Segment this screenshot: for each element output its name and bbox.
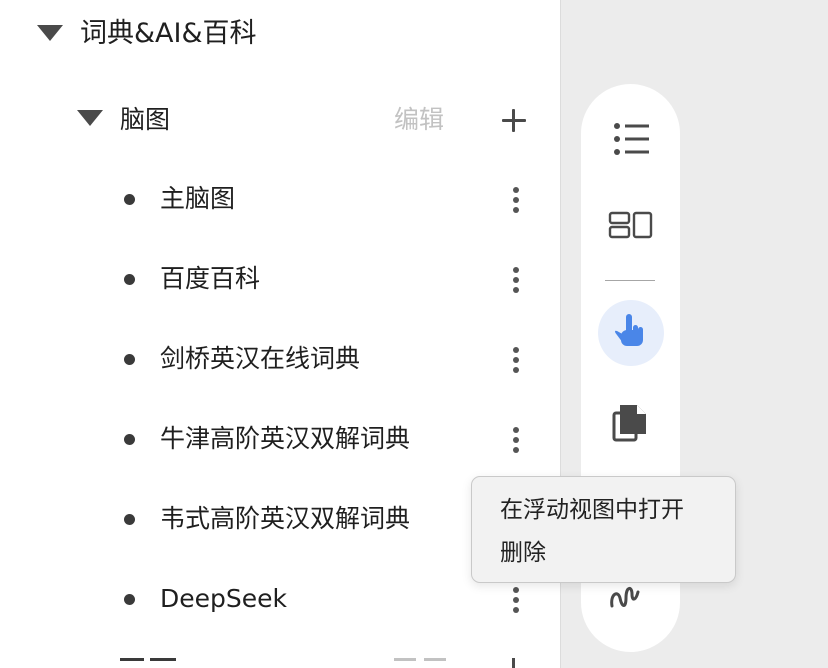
- list-tool-button[interactable]: [598, 106, 664, 172]
- menu-item-delete[interactable]: 删除: [500, 537, 546, 569]
- list-item-label: 百度百科: [160, 264, 261, 293]
- toolbar-divider: [605, 280, 655, 281]
- cutoff-title: [120, 658, 180, 668]
- bullet-icon: [124, 354, 135, 365]
- layout-tool-button[interactable]: [598, 192, 664, 258]
- bullet-icon: [124, 434, 135, 445]
- layout-icon: [608, 211, 653, 239]
- list-item[interactable]: 百度百科: [0, 240, 560, 320]
- subgroup-header[interactable]: 脑图 编辑: [0, 90, 560, 150]
- copy-tool-button[interactable]: [598, 390, 664, 456]
- cutoff-edit: [394, 658, 450, 668]
- collapse-triangle-icon[interactable]: [37, 25, 63, 41]
- more-options-icon[interactable]: [505, 344, 527, 376]
- list-item-label: 韦式高阶英汉双解词典: [160, 504, 411, 533]
- subgroup-title: 脑图: [120, 105, 171, 134]
- list-item-label: DeepSeek: [160, 584, 287, 613]
- group-title: 词典&AI&百科: [80, 18, 257, 49]
- more-options-icon[interactable]: [505, 264, 527, 296]
- edit-button[interactable]: 编辑: [394, 103, 444, 137]
- bullet-icon: [124, 274, 135, 285]
- bullet-icon: [124, 194, 135, 205]
- group-header[interactable]: 词典&AI&百科: [0, 0, 560, 68]
- bullet-icon: [124, 514, 135, 525]
- list-item[interactable]: 主脑图: [0, 160, 560, 240]
- list-item[interactable]: 牛津高阶英汉双解词典: [0, 400, 560, 480]
- list-item-label: 剑桥英汉在线词典: [160, 344, 361, 373]
- list-icon: [614, 123, 649, 155]
- menu-item-open-floating[interactable]: 在浮动视图中打开: [500, 494, 684, 526]
- more-options-icon[interactable]: [505, 184, 527, 216]
- next-group-header-cutoff: [0, 652, 560, 668]
- list-item-label: 主脑图: [160, 184, 236, 213]
- list-item-label: 牛津高阶英汉双解词典: [160, 424, 411, 453]
- add-icon[interactable]: [498, 104, 530, 136]
- bullet-icon: [124, 594, 135, 605]
- cutoff-add-icon: [512, 658, 515, 668]
- collapse-triangle-icon[interactable]: [77, 110, 103, 126]
- more-options-icon[interactable]: [505, 424, 527, 456]
- more-options-icon[interactable]: [505, 584, 527, 616]
- list-item[interactable]: 剑桥英汉在线词典: [0, 320, 560, 400]
- context-menu: 在浮动视图中打开 删除: [471, 476, 736, 583]
- pointer-tool-button[interactable]: [598, 300, 664, 366]
- copy-icon: [612, 405, 646, 442]
- pointer-hand-icon: [615, 314, 643, 346]
